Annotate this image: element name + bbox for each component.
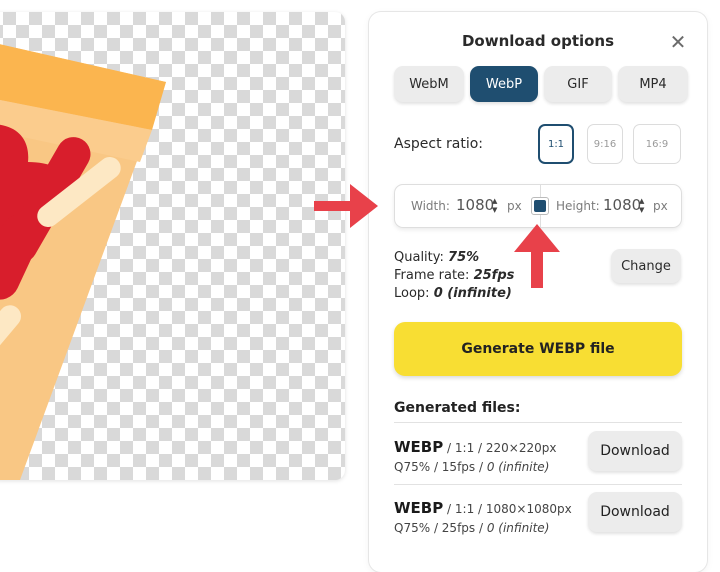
file-fps: 15fps bbox=[441, 460, 476, 474]
list-item: WEBP / 1:1 / 220×220px Q75% / 15fps / 0 … bbox=[394, 431, 682, 498]
framerate-label: Frame rate: bbox=[394, 268, 470, 283]
loop-value: 0 (infinite) bbox=[433, 286, 512, 301]
width-input[interactable]: 1080 bbox=[456, 196, 494, 214]
file-quality: Q75% bbox=[394, 460, 431, 474]
file-quality: Q75% bbox=[394, 521, 431, 535]
pizza-slice-image bbox=[0, 44, 166, 480]
file-loop: 0 (infinite) bbox=[486, 460, 550, 474]
quality-label: Quality: bbox=[394, 250, 444, 265]
download-options-panel: Download options ✕ WebM WebP GIF MP4 Asp… bbox=[369, 12, 707, 572]
aspect-9-16-button[interactable]: 9:16 bbox=[587, 124, 623, 164]
width-spinner-icon[interactable]: ▲ ▼ bbox=[492, 197, 497, 215]
spin-up[interactable]: ▲ bbox=[639, 197, 644, 205]
generated-files-title: Generated files: bbox=[394, 400, 521, 416]
divider bbox=[394, 422, 682, 423]
preview-canvas bbox=[0, 12, 345, 480]
format-mp4-button[interactable]: MP4 bbox=[618, 66, 688, 102]
aspect-1-1-button[interactable]: 1:1 bbox=[538, 124, 574, 164]
file-format: WEBP bbox=[394, 499, 444, 517]
height-unit: px bbox=[653, 199, 668, 213]
height-spinner-icon[interactable]: ▲ ▼ bbox=[639, 197, 644, 215]
file-ratio: 1:1 bbox=[454, 441, 475, 455]
close-icon[interactable]: ✕ bbox=[666, 30, 690, 54]
file-size: 220×220px bbox=[485, 441, 557, 455]
file-size: 1080×1080px bbox=[485, 502, 572, 516]
spin-up[interactable]: ▲ bbox=[492, 197, 497, 205]
spin-down[interactable]: ▼ bbox=[492, 206, 497, 214]
loop-label: Loop: bbox=[394, 286, 430, 301]
generate-button[interactable]: Generate WEBP file bbox=[394, 322, 682, 376]
file-fps: 25fps bbox=[441, 521, 476, 535]
arrow-right-annotation bbox=[314, 184, 378, 228]
format-tabs: WebM WebP GIF MP4 bbox=[394, 66, 688, 102]
aspect-16-9-button[interactable]: 16:9 bbox=[633, 124, 681, 164]
height-label: Height: bbox=[556, 199, 600, 213]
format-gif-button[interactable]: GIF bbox=[544, 66, 612, 102]
width-unit: px bbox=[507, 199, 522, 213]
format-webp-button[interactable]: WebP bbox=[470, 66, 538, 102]
height-input[interactable]: 1080 bbox=[603, 196, 641, 214]
list-item: WEBP / 1:1 / 1080×1080px Q75% / 25fps / … bbox=[394, 492, 682, 559]
change-button[interactable]: Change bbox=[611, 249, 681, 283]
settings-summary: Quality: 75% Frame rate: 25fps Loop: 0 (… bbox=[394, 249, 514, 303]
lock-aspect-icon[interactable] bbox=[531, 197, 549, 215]
download-button[interactable]: Download bbox=[588, 492, 682, 532]
panel-title: Download options bbox=[461, 32, 615, 50]
file-loop: 0 (infinite) bbox=[486, 521, 550, 535]
download-button[interactable]: Download bbox=[588, 431, 682, 471]
width-label: Width: bbox=[411, 199, 450, 213]
file-format: WEBP bbox=[394, 438, 444, 456]
divider bbox=[394, 484, 682, 485]
format-webm-button[interactable]: WebM bbox=[394, 66, 464, 102]
aspect-ratio-label: Aspect ratio: bbox=[394, 136, 484, 152]
quality-value: 75% bbox=[448, 250, 480, 265]
arrow-up-annotation bbox=[514, 224, 560, 288]
spin-down[interactable]: ▼ bbox=[639, 206, 644, 214]
file-ratio: 1:1 bbox=[454, 502, 475, 516]
